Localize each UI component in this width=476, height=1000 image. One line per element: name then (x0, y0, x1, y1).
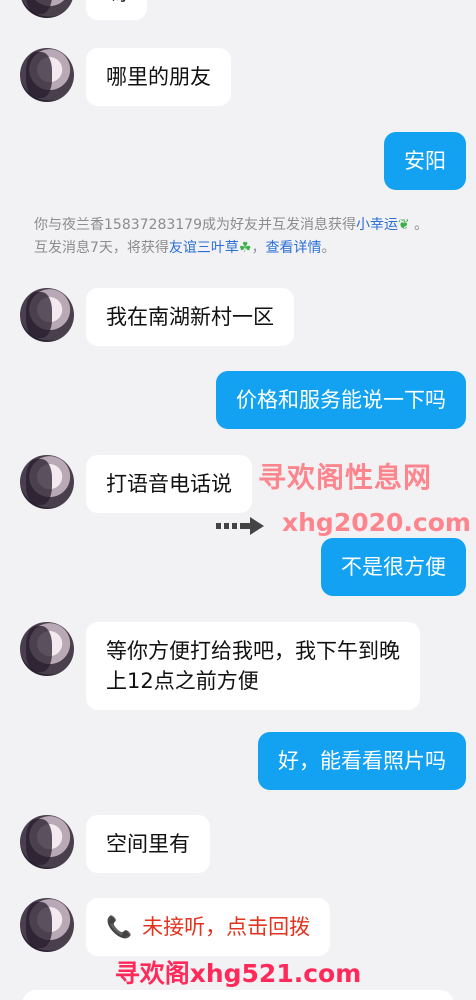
message-line: 上12点之前方便 (106, 669, 259, 693)
notice-text: 互发消息7天，将获得 (34, 240, 169, 256)
missed-call-message[interactable]: 📞 未接听，点击回拨 (86, 898, 331, 956)
link-clover[interactable]: 友谊三叶草 (169, 240, 239, 256)
notice-text: 你与夜兰香15837283179成为好友并互发消息获得 (34, 217, 356, 233)
avatar[interactable] (20, 455, 74, 509)
watermark-bottom: 寻欢阁xhg521.com (114, 959, 362, 988)
watermark-text: 寻欢阁性息网 (258, 461, 433, 494)
system-notice: 你与夜兰香15837283179成为好友并互发消息获得小幸运❦ 。 互发消息7天… (34, 214, 464, 260)
avatar[interactable] (20, 898, 74, 952)
message-incoming[interactable]: 我在南湖新村一区 (86, 288, 294, 346)
input-bar[interactable] (22, 990, 454, 1000)
notice-text: 。 (321, 240, 336, 256)
notice-text: ， (251, 240, 266, 256)
watermark-url: xhg2020.com (282, 508, 471, 537)
message-outgoing[interactable]: 安阳 (384, 132, 466, 190)
message-outgoing[interactable]: 好，能看看照片吗 (258, 732, 466, 790)
avatar[interactable] (20, 0, 74, 18)
chat-view: 嗎 哪里的朋友 安阳 你与夜兰香15837283179成为好友并互发消息获得小幸… (0, 0, 476, 1000)
missed-call-label: 未接听，点击回拨 (142, 915, 311, 939)
notice-text: 。 (414, 217, 429, 233)
phone-icon: 📞 (106, 915, 133, 939)
message-incoming[interactable]: 打语音电话说 (86, 455, 252, 513)
avatar[interactable] (20, 48, 74, 102)
avatar[interactable] (20, 288, 74, 342)
message-line: 等你方便打给我吧，我下午到晚 (106, 639, 400, 663)
avatar[interactable] (20, 622, 74, 676)
clover-icon: ☘ (238, 240, 252, 256)
link-xiaoxingyun[interactable]: 小幸运 (356, 217, 398, 233)
message-incoming[interactable]: 等你方便打给我吧，我下午到晚 上12点之前方便 (86, 622, 420, 710)
link-view-details[interactable]: 查看详情 (265, 240, 321, 256)
sprout-icon: ❦ (397, 217, 410, 233)
message-outgoing[interactable]: 不是很方便 (321, 538, 466, 596)
message-incoming[interactable]: 嗎 (86, 0, 147, 20)
message-incoming[interactable]: 哪里的朋友 (86, 48, 231, 106)
avatar[interactable] (20, 815, 74, 869)
message-outgoing[interactable]: 价格和服务能说一下吗 (216, 371, 466, 429)
message-incoming[interactable]: 空间里有 (86, 815, 210, 873)
arrow-right-icon (216, 517, 264, 535)
